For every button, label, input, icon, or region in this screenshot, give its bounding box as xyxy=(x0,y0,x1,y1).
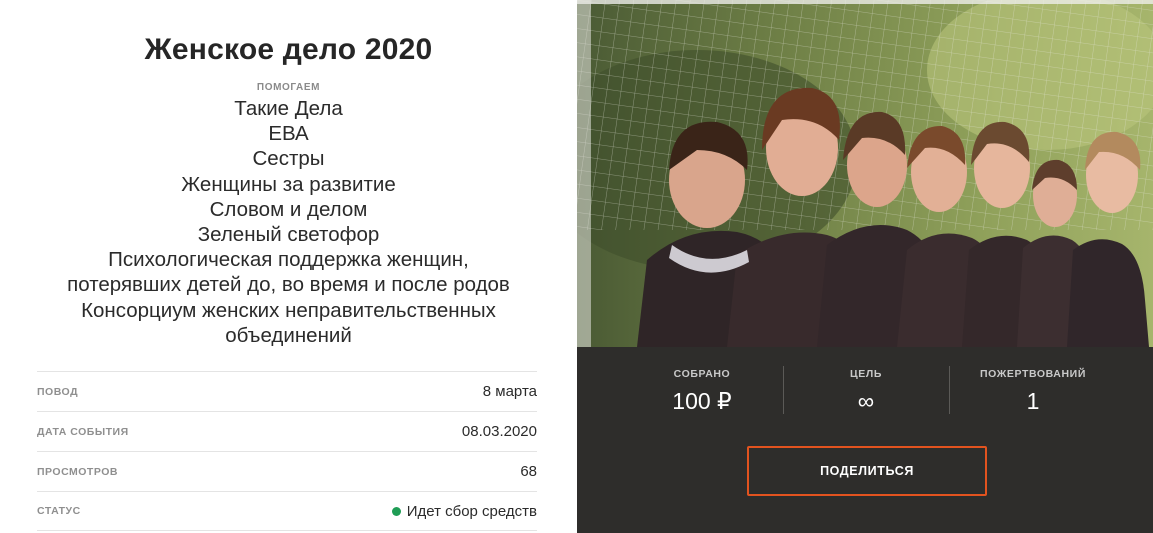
share-button[interactable]: ПОДЕЛИТЬСЯ xyxy=(747,446,987,496)
stat-raised: СОБРАНО 100 ₽ xyxy=(622,360,782,416)
status-dot-icon xyxy=(391,506,401,516)
beneficiary-item: Такие Дела xyxy=(234,97,343,120)
beneficiary-item: потерявших детей до, во время и после ро… xyxy=(67,273,510,297)
detail-value: 8 марта xyxy=(482,383,537,400)
beneficiary-item: Психологическая поддержка женщин, xyxy=(108,248,469,272)
campaign-photo xyxy=(577,0,1153,347)
status-value: Идет сбор средств xyxy=(391,502,537,520)
help-label: ПОМОГАЕМ xyxy=(256,82,321,93)
team-photo-image xyxy=(577,0,1153,347)
detail-row-views: ПРОСМОТРОВ 68 xyxy=(37,451,537,491)
stat-label: СОБРАНО xyxy=(673,368,731,380)
beneficiary-item: Сестры xyxy=(252,147,325,171)
beneficiary-item: Консорциум женских неправительственных xyxy=(81,298,496,322)
stat-label: ЦЕЛЬ xyxy=(850,368,882,380)
campaign-media-panel: СОБРАНО 100 ₽ ЦЕЛЬ ∞ ПОЖЕРТВОВАНИЙ 1 ПОД… xyxy=(577,0,1153,533)
beneficiaries-list: Такие Дела ЕВА Сестры Женщины за развити… xyxy=(0,96,577,348)
fundraising-stats: СОБРАНО 100 ₽ ЦЕЛЬ ∞ ПОЖЕРТВОВАНИЙ 1 xyxy=(577,360,1153,420)
beneficiary-item: Зеленый светофор xyxy=(197,223,380,247)
detail-label: ПОВОД xyxy=(37,385,79,398)
campaign-details-table: ПОВОД 8 марта ДАТА СОБЫТИЯ 08.03.2020 ПР… xyxy=(37,371,537,531)
beneficiary-item: Словом и делом xyxy=(209,197,368,221)
stat-value: 100 ₽ xyxy=(672,388,732,414)
beneficiary-item: ЕВА xyxy=(268,122,309,146)
stat-donations: ПОЖЕРТВОВАНИЙ 1 xyxy=(950,360,1116,416)
campaign-info-panel: Женское дело 2020 ПОМОГАЕМ Такие Дела ЕВ… xyxy=(0,0,577,533)
stat-value: 1 xyxy=(1026,388,1040,414)
detail-label: СТАТУС xyxy=(37,505,81,517)
beneficiary-item: Женщины за развитие xyxy=(181,172,396,196)
stat-label: ПОЖЕРТВОВАНИЙ xyxy=(980,368,1086,380)
detail-value: 68 xyxy=(520,463,537,480)
detail-label: ДАТА СОБЫТИЯ xyxy=(37,425,129,438)
campaign-title: Женское дело 2020 xyxy=(144,33,433,66)
beneficiary-item: объединений xyxy=(225,323,352,347)
detail-row-event-date: ДАТА СОБЫТИЯ 08.03.2020 xyxy=(37,411,537,451)
infinity-icon: ∞ xyxy=(857,388,875,414)
detail-row-occasion: ПОВОД 8 марта xyxy=(37,371,537,411)
detail-row-status: СТАТУС Идет сбор средств xyxy=(37,491,537,531)
stat-goal: ЦЕЛЬ ∞ xyxy=(784,360,948,416)
detail-label: ПРОСМОТРОВ xyxy=(37,465,118,478)
detail-value: 08.03.2020 xyxy=(461,423,537,440)
status-text: Идет сбор средств xyxy=(406,502,537,520)
